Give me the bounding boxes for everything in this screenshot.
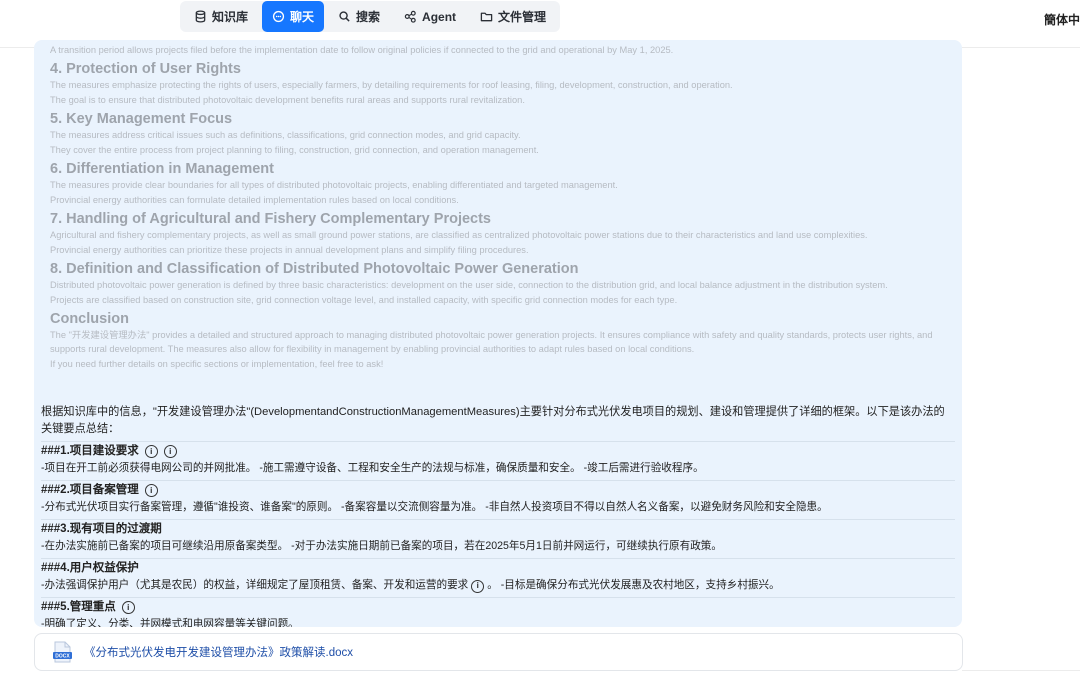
conclusion-title: Conclusion	[50, 310, 129, 327]
section-body: -项目在开工前必须获得电网公司的并网批准。 -施工需遵守设备、工程和安全生产的法…	[41, 462, 704, 474]
section-body: -在办法实施前已备案的项目可继续沿用原备案类型。 -对于办法实施日期前已备案的项…	[41, 540, 722, 552]
answer-section-1: ###1.项目建设要求 i i -项目在开工前必须获得电网公司的并网批准。 -施…	[41, 441, 955, 477]
answer-section-3: ###3.现有项目的过渡期 -在办法实施前已备案的项目可继续沿用原备案类型。 -…	[41, 519, 955, 555]
nav-item-file-management[interactable]: 文件管理	[470, 3, 556, 30]
section-body: -分布式光伏项目实行备案管理，遵循"谁投资、谁备案"的原则。 -备案容量以交流侧…	[41, 501, 828, 513]
divider	[962, 670, 1080, 671]
nav-item-knowledge-base[interactable]: 知识库	[184, 3, 258, 30]
section-4-line-1: The measures emphasize protecting the ri…	[50, 80, 733, 90]
nav-label: 文件管理	[498, 10, 547, 24]
docx-label: DOCX	[55, 654, 70, 660]
info-icon[interactable]: i	[471, 579, 485, 593]
search-icon	[338, 10, 351, 23]
section-body: -办法强调保护用户（尤其是农民）的权益，详细规定了屋顶租赁、备案、开发和运营的要…	[41, 577, 955, 594]
section-5-line-2: They cover the entire process from proje…	[50, 145, 539, 155]
section-title: ###3.现有项目的过渡期	[41, 523, 162, 535]
answer-section-5: ###5.管理重点 i -明确了定义、分类、并网模式和电网容量等关键问题。	[41, 597, 955, 627]
conclusion-line-2: If you need further details on specific …	[50, 358, 384, 369]
section-5-title: 5. Key Management Focus	[50, 111, 233, 127]
attachment-filename[interactable]: 《分布式光伏发电开发建设管理办法》政策解读.docx	[84, 644, 353, 660]
chinese-answer: 根据知识库中的信息，"开发建设管理办法"(DevelopmentandConst…	[41, 404, 955, 627]
faded-english-summary: A transition period allows projects file…	[50, 40, 950, 372]
section-7-line-2: Provincial energy authorities can priori…	[50, 245, 529, 255]
info-icon[interactable]: i	[144, 445, 158, 458]
section-6-line-2: Provincial energy authorities can formul…	[50, 195, 459, 205]
section-8-line-1: Distributed photovoltaic power generatio…	[50, 280, 888, 290]
section-6-title: 6. Differentiation in Management	[50, 161, 274, 177]
assistant-message: A transition period allows projects file…	[34, 40, 962, 627]
nav-label: 聊天	[290, 10, 315, 24]
language-selector[interactable]: 簡体中	[1044, 11, 1080, 28]
folder-icon	[480, 10, 493, 23]
nav-item-agent[interactable]: Agent	[394, 3, 466, 30]
nav-label: 搜索	[356, 10, 381, 24]
nav-item-search[interactable]: 搜索	[328, 3, 390, 30]
section-title: ###2.项目备案管理	[41, 484, 139, 496]
section-8-line-2: Projects are classified based on constru…	[50, 294, 678, 305]
chat-icon	[272, 10, 285, 23]
section-6-line-1: The measures provide clear boundaries fo…	[50, 180, 618, 190]
section-7-line-1: Agricultural and fishery complementary p…	[50, 230, 868, 240]
info-icon[interactable]: i	[144, 484, 158, 497]
docx-file-icon: DOCX	[53, 641, 72, 663]
section-body-part: -办法强调保护用户（尤其是农民）的权益，详细规定了屋顶租赁、备案、开发和运营的要…	[41, 579, 469, 591]
info-icon[interactable]: i	[163, 445, 177, 458]
database-icon	[194, 10, 207, 23]
section-title: ###4.用户权益保护	[41, 562, 139, 574]
section-title: ###5.管理重点	[41, 601, 116, 613]
section-7-title: 7. Handling of Agricultural and Fishery …	[50, 211, 491, 227]
section-title: ###1.项目建设要求	[41, 445, 139, 457]
section-5-line-1: The measures address critical issues suc…	[50, 130, 521, 140]
main-nav: 知识库 聊天 搜索 Agent 文件管理	[180, 1, 561, 32]
answer-section-2: ###2.项目备案管理 i -分布式光伏项目实行备案管理，遵循"谁投资、谁备案"…	[41, 480, 955, 516]
nav-label: 知识库	[212, 10, 249, 24]
agent-icon	[404, 10, 417, 23]
attachment-card[interactable]: DOCX 《分布式光伏发电开发建设管理办法》政策解读.docx	[34, 633, 963, 671]
section-4-title: 4. Protection of User Rights	[50, 61, 241, 77]
answer-section-4: ###4.用户权益保护 -办法强调保护用户（尤其是农民）的权益，详细规定了屋顶租…	[41, 558, 955, 594]
section-3-tail: A transition period allows projects file…	[50, 45, 674, 55]
section-8-title: 8. Definition and Classification of Dist…	[50, 261, 579, 277]
section-4-line-2: The goal is to ensure that distributed p…	[50, 95, 525, 105]
nav-label: Agent	[422, 9, 457, 24]
nav-item-chat[interactable]: 聊天	[262, 1, 325, 32]
info-icon[interactable]: i	[121, 601, 135, 614]
conclusion-line-1: The "开发建设管理办法" provides a detailed and s…	[50, 329, 933, 355]
section-body: -明确了定义、分类、并网模式和电网容量等关键问题。	[41, 618, 299, 627]
section-body-part: 。 -目标是确保分布式光伏发展惠及农村地区，支持乡村振兴。	[487, 579, 780, 591]
answer-intro: 根据知识库中的信息，"开发建设管理办法"(DevelopmentandConst…	[41, 406, 945, 435]
